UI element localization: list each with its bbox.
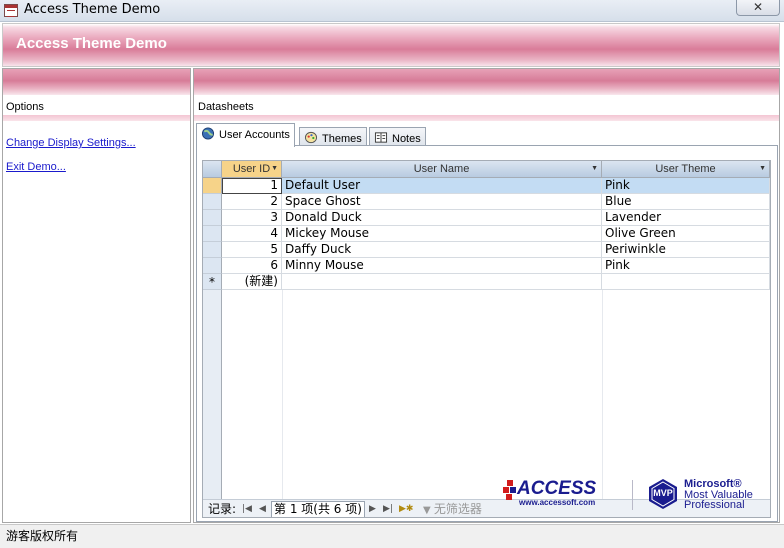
window-title-bar: Access Theme Demo ✕ — [0, 0, 784, 22]
chevron-down-icon[interactable]: ▼ — [591, 161, 598, 177]
chevron-down-icon[interactable]: ▼ — [271, 161, 278, 177]
mvp-logo: MVP Microsoft® Most Valuable Professiona… — [648, 478, 773, 512]
window-title: Access Theme Demo — [24, 2, 161, 17]
datasheets-label: Datasheets — [198, 101, 254, 113]
empty-selector-column — [203, 290, 222, 500]
change-display-settings-link[interactable]: Change Display Settings... — [6, 137, 136, 149]
globe-icon — [201, 127, 215, 140]
close-button[interactable]: ✕ — [736, 0, 780, 16]
new-record-row[interactable]: * (新建) — [203, 274, 770, 290]
user-theme-cell[interactable]: Periwinkle — [602, 242, 770, 258]
logo-separator — [632, 480, 633, 510]
row-selector[interactable] — [203, 210, 222, 226]
user-id-cell[interactable]: 2 — [222, 194, 282, 210]
column-header-label: User Name — [413, 163, 470, 175]
palette-icon — [304, 131, 318, 144]
form-header: Access Theme Demo — [2, 23, 780, 67]
row-selector[interactable] — [203, 258, 222, 274]
tab-label: Themes — [322, 133, 362, 145]
user-accounts-datasheet[interactable]: User ID ▼ User Name ▼ User Theme ▼ 1 Def… — [202, 160, 771, 518]
mvp-badge-label: MVP — [653, 488, 673, 498]
user-id-cell[interactable]: 5 — [222, 242, 282, 258]
new-record-theme-cell[interactable] — [602, 274, 770, 290]
user-name-cell[interactable]: Daffy Duck — [282, 242, 602, 258]
last-record-icon[interactable]: ▶| — [383, 500, 393, 517]
access-logo-word: ACCESS — [517, 478, 597, 499]
empty-column-divider — [602, 290, 603, 500]
tab-label: User Accounts — [219, 129, 290, 141]
tab-notes[interactable]: Notes — [369, 127, 426, 147]
new-record-marker[interactable]: * — [203, 274, 222, 290]
app-form-icon — [4, 4, 18, 17]
table-row[interactable]: 2 Space Ghost Blue — [203, 194, 770, 210]
mvp-line-professional: Professional — [684, 499, 745, 511]
user-name-cell[interactable]: Donald Duck — [282, 210, 602, 226]
tab-label: Notes — [392, 133, 421, 145]
first-record-icon[interactable]: |◀ — [242, 500, 252, 517]
user-id-cell[interactable]: 4 — [222, 226, 282, 242]
new-record-icon[interactable]: ▶✱ — [399, 500, 413, 517]
options-band-strip — [3, 115, 190, 121]
table-row[interactable]: 3 Donald Duck Lavender — [203, 210, 770, 226]
filter-label: 无筛选器 — [433, 502, 482, 516]
select-all-corner[interactable] — [203, 161, 222, 178]
options-label: Options — [6, 101, 44, 113]
tab-user-accounts[interactable]: User Accounts — [196, 123, 295, 147]
options-band — [3, 69, 190, 95]
row-selector[interactable] — [203, 194, 222, 210]
user-theme-cell[interactable]: Lavender — [602, 210, 770, 226]
access-logo-url: www.accessoft.com — [519, 498, 596, 507]
status-bar: 游客版权所有 — [0, 524, 784, 548]
user-theme-cell[interactable]: Olive Green — [602, 226, 770, 242]
new-record-id-cell[interactable]: (新建) — [222, 274, 282, 290]
next-record-icon[interactable]: ▶ — [369, 500, 376, 517]
column-header-label: User ID — [232, 163, 271, 175]
notes-icon — [374, 132, 388, 143]
previous-record-icon[interactable]: ◀ — [259, 500, 266, 517]
new-record-name-cell[interactable] — [282, 274, 602, 290]
record-label: 记录: — [208, 502, 237, 516]
datasheets-band — [194, 69, 779, 95]
empty-column-divider — [282, 290, 283, 500]
status-text: 游客版权所有 — [6, 529, 79, 543]
table-row[interactable]: 4 Mickey Mouse Olive Green — [203, 226, 770, 242]
row-selector[interactable] — [203, 226, 222, 242]
exit-demo-link[interactable]: Exit Demo... — [6, 161, 66, 173]
user-name-cell[interactable]: Default User — [282, 178, 602, 194]
user-theme-cell[interactable]: Pink — [602, 258, 770, 274]
form-title: Access Theme Demo — [16, 35, 167, 52]
column-header-user-theme[interactable]: User Theme ▼ — [602, 161, 770, 178]
chevron-down-icon[interactable]: ▼ — [759, 161, 766, 177]
filter-icon: ▼ — [423, 505, 434, 516]
row-selector[interactable] — [203, 242, 222, 258]
column-header-user-id[interactable]: User ID ▼ — [222, 161, 282, 178]
user-id-cell[interactable]: 1 — [222, 178, 282, 194]
column-header-user-name[interactable]: User Name ▼ — [282, 161, 602, 178]
table-row[interactable]: 5 Daffy Duck Periwinkle — [203, 242, 770, 258]
current-record-field[interactable]: 第 1 项(共 6 项) — [271, 501, 365, 517]
table-row[interactable]: 6 Minny Mouse Pink — [203, 258, 770, 274]
user-name-cell[interactable]: Space Ghost — [282, 194, 602, 210]
user-id-cell[interactable]: 3 — [222, 210, 282, 226]
user-theme-cell[interactable]: Pink — [602, 178, 770, 194]
column-header-label: User Theme — [655, 163, 716, 175]
row-selector[interactable] — [203, 178, 222, 194]
filter-status[interactable]: ▼ 无筛选器 — [423, 500, 482, 517]
user-name-cell[interactable]: Mickey Mouse — [282, 226, 602, 242]
user-name-cell[interactable]: Minny Mouse — [282, 258, 602, 274]
table-row[interactable]: 1 Default User Pink — [203, 178, 770, 194]
tab-themes[interactable]: Themes — [299, 127, 367, 147]
accessoft-logo: ACCESS www.accessoft.com — [503, 478, 617, 512]
user-theme-cell[interactable]: Blue — [602, 194, 770, 210]
datasheets-band-strip — [194, 115, 779, 121]
user-id-cell[interactable]: 6 — [222, 258, 282, 274]
